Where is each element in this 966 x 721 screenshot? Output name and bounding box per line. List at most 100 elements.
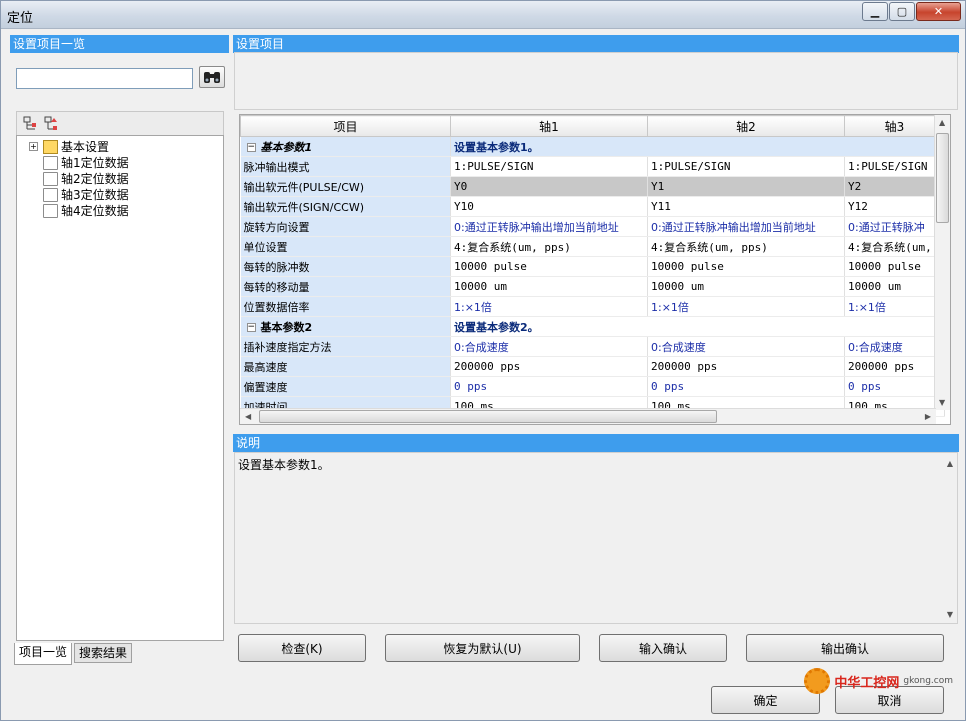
scroll-left-icon[interactable]: ◀ bbox=[245, 412, 251, 421]
search-input[interactable] bbox=[16, 68, 193, 89]
tree-item-axis3-data[interactable]: 轴3定位数据 bbox=[43, 187, 129, 203]
param-value-axis3[interactable]: 0:合成速度 bbox=[844, 336, 945, 357]
param-value-axis2[interactable]: 0:合成速度 bbox=[647, 336, 845, 357]
section-label-cell[interactable]: − 基本参数1 bbox=[240, 136, 451, 157]
table-row[interactable]: 输出软元件(PULSE/CW) Y0 Y1 Y2 bbox=[240, 176, 945, 197]
column-header-axis1[interactable]: 轴1 bbox=[450, 115, 648, 137]
param-value-axis2[interactable]: 10000 pulse bbox=[647, 256, 845, 277]
tree-expander-icon[interactable]: + bbox=[29, 142, 38, 151]
close-button[interactable]: ✕ bbox=[916, 2, 961, 21]
param-value-axis1[interactable]: 10000 pulse bbox=[450, 256, 648, 277]
close-icon: ✕ bbox=[933, 5, 944, 18]
tree-item-axis2-data[interactable]: 轴2定位数据 bbox=[43, 171, 129, 187]
param-value-axis3[interactable]: 10000 pulse bbox=[844, 256, 945, 277]
section-label-cell[interactable]: − 基本参数2 bbox=[240, 316, 451, 337]
collapse-all-icon[interactable] bbox=[44, 116, 58, 131]
param-value-axis1[interactable]: 0:通过正转脉冲输出增加当前地址 bbox=[450, 216, 648, 237]
grid-vertical-scrollbar[interactable]: ▲ ▼ bbox=[934, 115, 950, 410]
param-name: 输出软元件(PULSE/CW) bbox=[240, 176, 451, 197]
param-value-axis3[interactable]: 1:PULSE/SIGN bbox=[844, 156, 945, 177]
tree-item-axis4-data[interactable]: 轴4定位数据 bbox=[43, 203, 129, 219]
table-row[interactable]: 输出软元件(SIGN/CCW) Y10 Y11 Y12 bbox=[240, 196, 945, 217]
table-row[interactable]: 旋转方向设置 0:通过正转脉冲输出增加当前地址 0:通过正转脉冲输出增加当前地址… bbox=[240, 216, 945, 237]
output-confirm-button[interactable]: 输出确认 bbox=[746, 634, 944, 662]
param-value-axis3[interactable]: 4:复合系统(um, bbox=[844, 236, 945, 257]
param-value-axis1[interactable]: 4:复合系统(um, pps) bbox=[450, 236, 648, 257]
param-name: 输出软元件(SIGN/CCW) bbox=[240, 196, 451, 217]
table-row[interactable]: 脉冲输出模式 1:PULSE/SIGN 1:PULSE/SIGN 1:PULSE… bbox=[240, 156, 945, 177]
param-value-axis1[interactable]: 10000 um bbox=[450, 276, 648, 297]
site-watermark: 中华工控网 gkong.com bbox=[804, 668, 953, 694]
restore-default-button[interactable]: 恢复为默认(U) bbox=[385, 634, 580, 662]
param-value-axis2[interactable]: 1:PULSE/SIGN bbox=[647, 156, 845, 177]
param-name: 单位设置 bbox=[240, 236, 451, 257]
section-row-basic-param2[interactable]: − 基本参数2 设置基本参数2。 bbox=[240, 316, 945, 337]
tab-item-list[interactable]: 项目一览 bbox=[14, 643, 73, 665]
param-value-axis1[interactable]: 1:×1倍 bbox=[450, 296, 648, 317]
param-value-axis1[interactable]: Y10 bbox=[450, 196, 648, 217]
param-value-axis2[interactable]: 0 pps bbox=[647, 376, 845, 397]
param-value-axis1[interactable]: 0 pps bbox=[450, 376, 648, 397]
table-row[interactable]: 偏置速度 0 pps 0 pps 0 pps bbox=[240, 376, 945, 397]
table-row[interactable]: 单位设置 4:复合系统(um, pps) 4:复合系统(um, pps) 4:复… bbox=[240, 236, 945, 257]
search-button[interactable] bbox=[199, 66, 225, 88]
grid-horizontal-scrollbar[interactable]: ◀ ▶ bbox=[240, 408, 936, 424]
param-value-axis2[interactable]: 4:复合系统(um, pps) bbox=[647, 236, 845, 257]
scroll-up-icon[interactable]: ▲ bbox=[939, 118, 945, 127]
param-value-axis1[interactable]: 0:合成速度 bbox=[450, 336, 648, 357]
column-header-axis2[interactable]: 轴2 bbox=[647, 115, 845, 137]
folder-icon bbox=[43, 140, 58, 154]
param-value-axis3[interactable]: 1:×1倍 bbox=[844, 296, 945, 317]
maximize-icon: ▢ bbox=[896, 5, 908, 18]
param-value-axis1[interactable]: 1:PULSE/SIGN bbox=[450, 156, 648, 177]
data-table-icon bbox=[43, 172, 58, 186]
param-value-axis3[interactable]: Y12 bbox=[844, 196, 945, 217]
tree-item-basic-settings[interactable]: 基本设置 bbox=[43, 139, 109, 155]
table-row[interactable]: 最高速度 200000 pps 200000 pps 200000 pps bbox=[240, 356, 945, 377]
horizontal-scroll-thumb[interactable] bbox=[259, 410, 717, 423]
param-value-axis3[interactable]: 0:通过正转脉冲 bbox=[844, 216, 945, 237]
column-header-item[interactable]: 项目 bbox=[240, 115, 451, 137]
param-value-axis3[interactable]: 10000 um bbox=[844, 276, 945, 297]
param-value-axis2[interactable]: 10000 um bbox=[647, 276, 845, 297]
param-value-axis2[interactable]: Y11 bbox=[647, 196, 845, 217]
window-controls: ▁ ▢ ✕ bbox=[861, 2, 961, 21]
expand-all-icon[interactable] bbox=[23, 116, 37, 131]
param-name: 偏置速度 bbox=[240, 376, 451, 397]
table-row[interactable]: 每转的脉冲数 10000 pulse 10000 pulse 10000 pul… bbox=[240, 256, 945, 277]
check-button[interactable]: 检查(K) bbox=[238, 634, 366, 662]
param-value-axis2[interactable]: 0:通过正转脉冲输出增加当前地址 bbox=[647, 216, 845, 237]
param-value-axis3[interactable]: 0 pps bbox=[844, 376, 945, 397]
table-row[interactable]: 每转的移动量 10000 um 10000 um 10000 um bbox=[240, 276, 945, 297]
tree-item-axis1-data[interactable]: 轴1定位数据 bbox=[43, 155, 129, 171]
param-name: 每转的脉冲数 bbox=[240, 256, 451, 277]
vertical-scroll-thumb[interactable] bbox=[936, 133, 949, 223]
scroll-down-icon[interactable]: ▼ bbox=[947, 610, 953, 619]
positioning-window: 定位 ▁ ▢ ✕ 设置项目一览 + 基本设置 轴1定位数据 轴2定位数据 轴3定… bbox=[0, 0, 966, 721]
table-row[interactable]: 位置数据倍率 1:×1倍 1:×1倍 1:×1倍 bbox=[240, 296, 945, 317]
param-value-axis3[interactable]: Y2 bbox=[844, 176, 945, 197]
collapse-icon[interactable]: − bbox=[246, 143, 256, 152]
title-bar[interactable]: 定位 ▁ ▢ ✕ bbox=[1, 1, 965, 29]
minimize-button[interactable]: ▁ bbox=[862, 2, 888, 21]
input-confirm-button[interactable]: 输入确认 bbox=[599, 634, 727, 662]
description-header: 说明 bbox=[233, 434, 959, 452]
param-name: 旋转方向设置 bbox=[240, 216, 451, 237]
param-value-axis2[interactable]: 200000 pps bbox=[647, 356, 845, 377]
maximize-button[interactable]: ▢ bbox=[889, 2, 915, 21]
param-name: 最高速度 bbox=[240, 356, 451, 377]
collapse-icon[interactable]: − bbox=[246, 323, 256, 332]
scroll-down-icon[interactable]: ▼ bbox=[939, 398, 945, 407]
scroll-up-icon[interactable]: ▲ bbox=[947, 459, 953, 468]
tab-search-results[interactable]: 搜索结果 bbox=[74, 643, 133, 663]
column-header-axis3[interactable]: 轴3 bbox=[844, 115, 945, 137]
table-row[interactable]: 插补速度指定方法 0:合成速度 0:合成速度 0:合成速度 bbox=[240, 336, 945, 357]
scroll-right-icon[interactable]: ▶ bbox=[925, 412, 931, 421]
param-value-axis3[interactable]: 200000 pps bbox=[844, 356, 945, 377]
param-value-axis2[interactable]: Y1 bbox=[647, 176, 845, 197]
param-value-axis1[interactable]: Y0 bbox=[450, 176, 648, 197]
section-row-basic-param1[interactable]: − 基本参数1 设置基本参数1。 bbox=[240, 136, 945, 157]
left-pane-header: 设置项目一览 bbox=[10, 35, 229, 53]
param-value-axis2[interactable]: 1:×1倍 bbox=[647, 296, 845, 317]
param-value-axis1[interactable]: 200000 pps bbox=[450, 356, 648, 377]
